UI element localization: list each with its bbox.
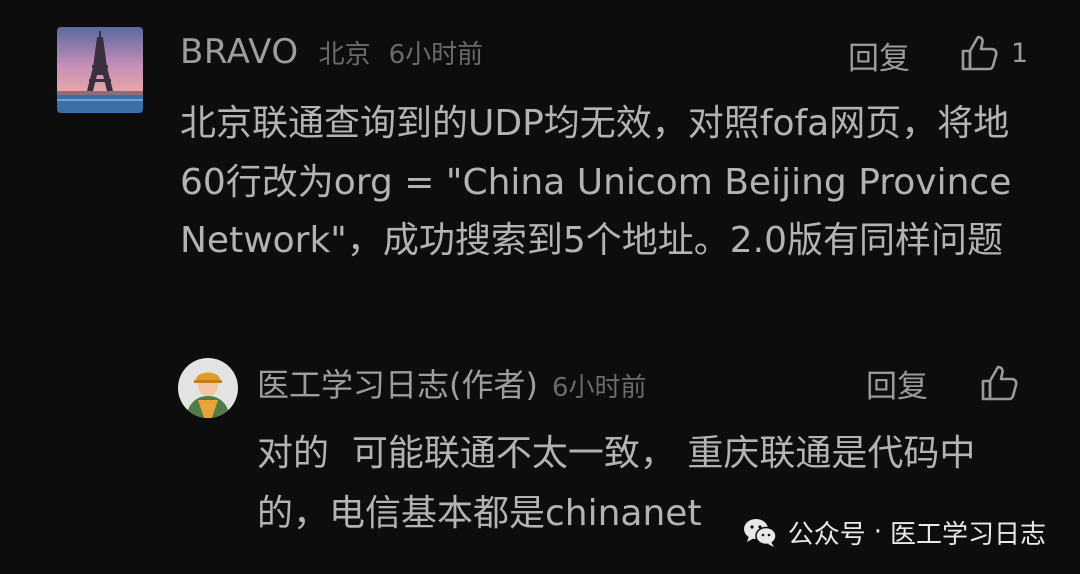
- wechat-icon: [743, 519, 777, 547]
- author-username[interactable]: 医工学习日志(作者): [257, 360, 538, 406]
- thumbs-up-icon: [961, 35, 998, 71]
- watermark-account-name: 医工学习日志: [889, 519, 1046, 550]
- username[interactable]: BRAVO: [180, 32, 299, 72]
- construction-worker-avatar-image: [178, 358, 238, 418]
- like-button[interactable]: 1: [959, 30, 1028, 76]
- timestamp: 6小时前: [388, 40, 484, 70]
- comment-meta: BRAVO 北京 6小时前: [180, 32, 483, 78]
- reply-meta: 医工学习日志(作者) 6小时前: [257, 360, 647, 406]
- comment-text: 北京联通查询到的UDP均无效，对照fofa网页，将地60行改为org = "Ch…: [180, 103, 1012, 261]
- watermark-label: 公众号: [787, 519, 866, 550]
- like-count: 1: [1011, 37, 1029, 69]
- wechat-watermark: 公众号 · 医工学习日志: [742, 510, 1046, 554]
- thumbs-up-icon: [981, 365, 1018, 401]
- reply-button[interactable]: 回复: [848, 33, 910, 78]
- eiffel-tower-avatar-image: [57, 27, 143, 113]
- reply-reply-button[interactable]: 回复: [866, 361, 928, 406]
- author-avatar[interactable]: [178, 358, 238, 418]
- reply-like-button[interactable]: [979, 360, 1019, 406]
- watermark-separator: ·: [873, 517, 882, 547]
- user-avatar[interactable]: [57, 27, 143, 113]
- location-label: 北京: [318, 40, 371, 70]
- reply-timestamp: 6小时前: [551, 373, 647, 403]
